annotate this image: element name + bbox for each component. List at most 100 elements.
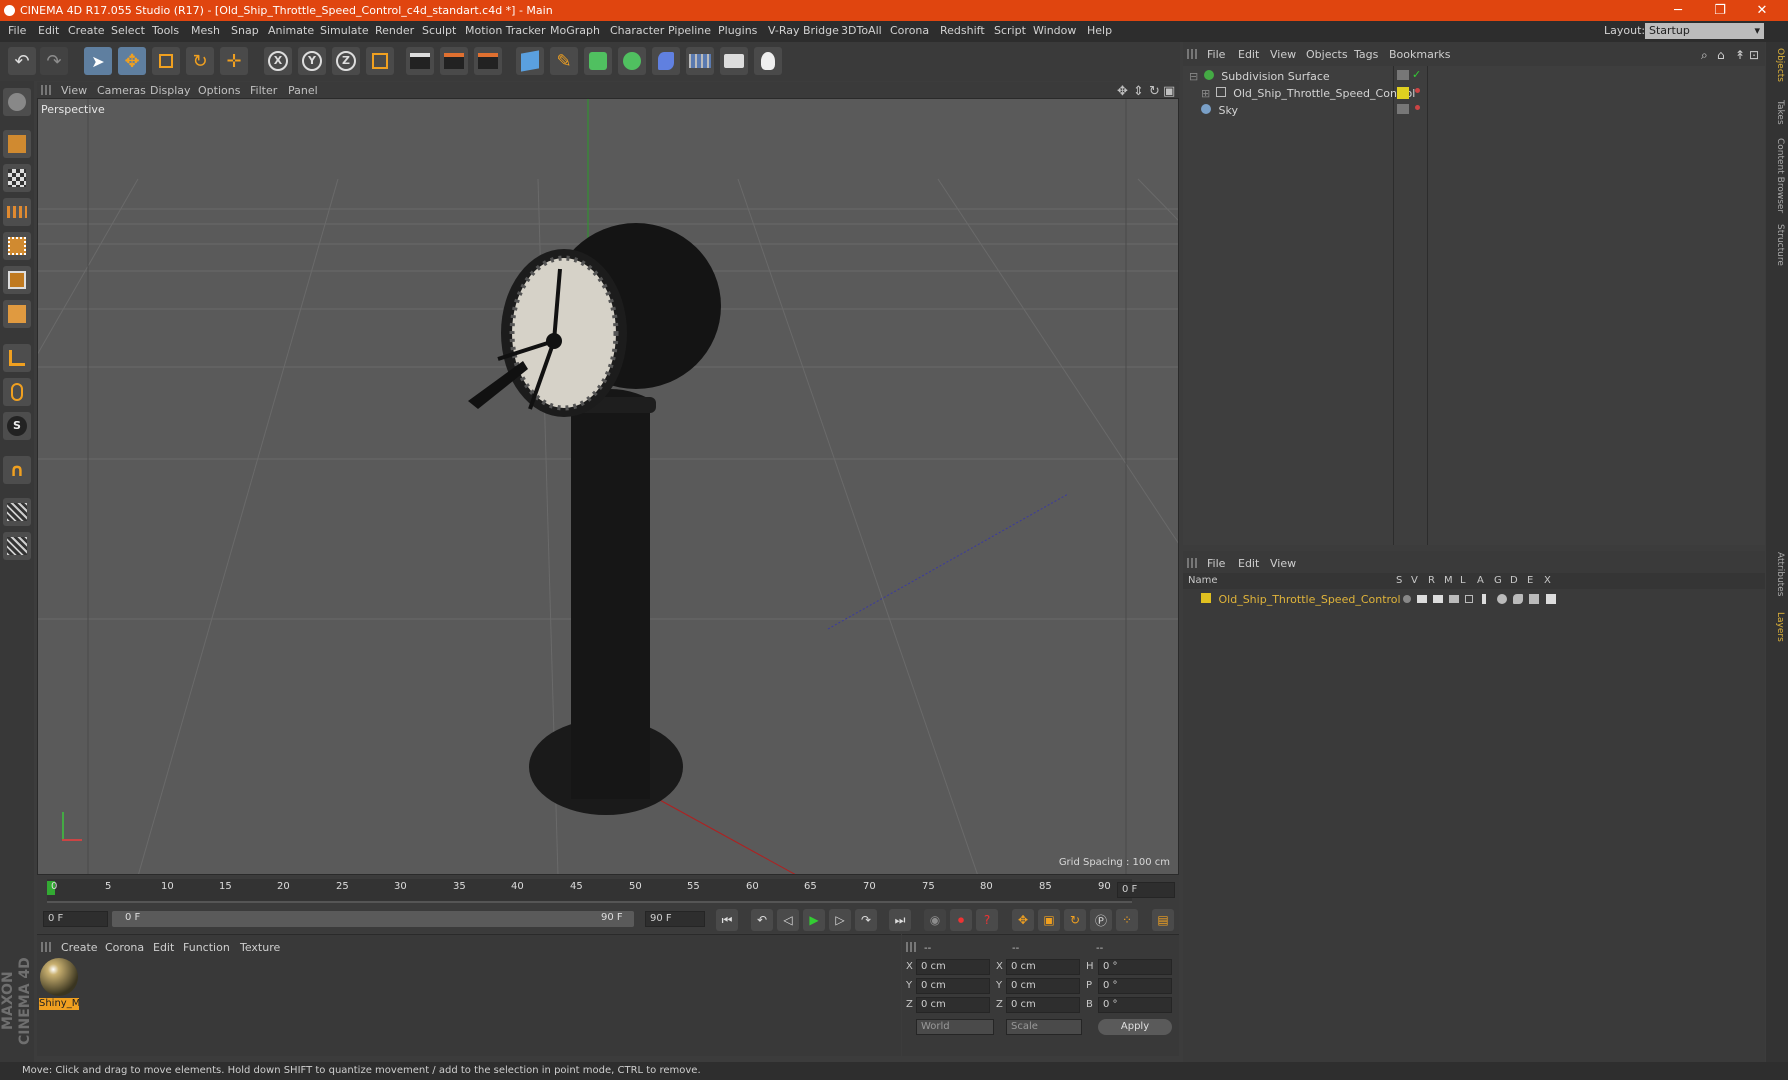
material-swatch[interactable]: Shiny_M	[39, 958, 79, 1010]
edges-mode-button[interactable]	[3, 266, 31, 294]
object-menu-tags[interactable]: Tags	[1354, 48, 1378, 61]
object-row[interactable]: ⊞ Old_Ship_Throttle_Speed_Control	[1189, 85, 1759, 102]
manager-toggle-icon[interactable]	[1449, 595, 1459, 603]
object-menu-objects[interactable]: Objects	[1306, 48, 1348, 61]
menu-snap[interactable]: Snap	[231, 24, 259, 37]
lock-toggle-icon[interactable]	[1465, 595, 1473, 603]
menu-vray-bridge[interactable]: V-Ray Bridge	[768, 24, 839, 37]
tab-content-browser[interactable]: Content Browser	[1769, 138, 1785, 213]
key-position-button[interactable]: ✥	[1012, 909, 1034, 931]
x-axis-button[interactable]: X	[264, 47, 292, 75]
menu-corona[interactable]: Corona	[890, 24, 929, 37]
render-settings-button[interactable]	[474, 47, 502, 75]
rotate-tool-button[interactable]: ↻	[186, 47, 214, 75]
frame-range-slider[interactable]	[112, 911, 634, 927]
render-toggle-icon[interactable]	[1433, 595, 1443, 603]
menu-create[interactable]: Create	[68, 24, 105, 37]
coordinate-space-select[interactable]: World	[916, 1019, 994, 1035]
play-button[interactable]: ▶	[803, 909, 825, 931]
viewport-maximize-icon[interactable]: ▣	[1163, 84, 1175, 99]
minimize-button[interactable]: ─	[1660, 0, 1696, 21]
object-menu-edit[interactable]: Edit	[1238, 48, 1259, 61]
record-keys-button[interactable]: ⏺	[950, 909, 972, 931]
current-frame-field[interactable]: 0 F	[1117, 882, 1175, 898]
position-z-field[interactable]: 0 cm	[916, 997, 990, 1013]
flag-header-expressions[interactable]: E	[1527, 575, 1533, 586]
tab-takes[interactable]: Takes	[1769, 100, 1785, 125]
xref-toggle-icon[interactable]	[1546, 594, 1556, 604]
object-menu-view[interactable]: View	[1270, 48, 1296, 61]
menu-mesh[interactable]: Mesh	[191, 24, 220, 37]
polygons-mode-button[interactable]	[3, 300, 31, 328]
size-y-field[interactable]: 0 cm	[1006, 978, 1080, 994]
viewport-menu-panel[interactable]: Panel	[288, 84, 318, 97]
layer-menu-view[interactable]: View	[1270, 557, 1296, 570]
maximize-button[interactable]: ❐	[1702, 0, 1738, 21]
generator-toggle-icon[interactable]	[1497, 594, 1507, 604]
go-to-start-button[interactable]: ⏮	[716, 909, 738, 931]
planar-workplane-button[interactable]	[3, 532, 31, 560]
flag-header-solo[interactable]: S	[1396, 575, 1402, 586]
next-key-button[interactable]: ↷	[855, 909, 877, 931]
object-row[interactable]: Sky	[1189, 102, 1759, 119]
undo-button[interactable]: ↶	[8, 47, 36, 75]
3d-viewport[interactable]: Grid Spacing : 100 cm	[37, 98, 1179, 875]
layout-select[interactable]: Startup ▾	[1645, 23, 1764, 39]
material-menu-function[interactable]: Function	[183, 941, 230, 954]
object-menu-bookmarks[interactable]: Bookmarks	[1389, 48, 1450, 61]
viewport-menu-display[interactable]: Display	[150, 84, 191, 97]
spline-pen-button[interactable]: ✎	[550, 47, 578, 75]
subdivision-surface-button[interactable]	[584, 47, 612, 75]
menu-redshift[interactable]: Redshift	[940, 24, 985, 37]
close-button[interactable]: ✕	[1744, 0, 1780, 21]
menu-simulate[interactable]: Simulate	[320, 24, 369, 37]
menu-motion-tracker[interactable]: Motion Tracker	[465, 24, 545, 37]
make-editable-button[interactable]	[3, 88, 31, 116]
tab-objects[interactable]: Objects	[1769, 48, 1785, 82]
viewport-nav-move-icon[interactable]: ✥	[1117, 84, 1128, 99]
axis-mode-button[interactable]	[3, 344, 31, 372]
prev-frame-button[interactable]: ◁	[777, 909, 799, 931]
visibility-toggle[interactable]	[1397, 70, 1409, 80]
menu-3dtoall[interactable]: 3DToAll	[841, 24, 882, 37]
apply-button[interactable]: Apply	[1098, 1019, 1172, 1035]
tweak-mode-button[interactable]	[3, 378, 31, 406]
move-tool-button[interactable]: ✥	[118, 47, 146, 75]
snap-button[interactable]: S	[3, 412, 31, 440]
render-view-button[interactable]	[406, 47, 434, 75]
model-mode-button[interactable]	[3, 130, 31, 158]
editor-visibility-dot[interactable]	[1415, 105, 1420, 110]
flag-header-xref[interactable]: X	[1544, 575, 1551, 586]
z-axis-button[interactable]: Z	[332, 47, 360, 75]
home-icon[interactable]: ⌂	[1717, 48, 1725, 62]
menu-mograph[interactable]: MoGraph	[550, 24, 600, 37]
y-axis-button[interactable]: Y	[298, 47, 326, 75]
texture-mode-button[interactable]	[3, 164, 31, 192]
flag-header-view[interactable]: V	[1411, 575, 1418, 586]
material-menu-corona[interactable]: Corona	[105, 941, 144, 954]
menu-window[interactable]: Window	[1033, 24, 1076, 37]
menu-render[interactable]: Render	[375, 24, 414, 37]
search-icon[interactable]: ⌕	[1701, 48, 1708, 63]
key-rotation-button[interactable]: ↻	[1064, 909, 1086, 931]
material-menu-edit[interactable]: Edit	[153, 941, 174, 954]
rotation-h-field[interactable]: 0 °	[1098, 959, 1172, 975]
cube-primitive-button[interactable]	[516, 47, 544, 75]
magnet-button[interactable]: ∩	[3, 456, 31, 484]
timeline[interactable]: 0 5 10 15 20 25 30 35 40 45 50 55 60 65 …	[37, 876, 1179, 906]
object-menu-file[interactable]: File	[1207, 48, 1225, 61]
size-x-field[interactable]: 0 cm	[1006, 959, 1080, 975]
flag-header-animation[interactable]: A	[1477, 575, 1484, 586]
end-frame-field[interactable]: 90 F	[645, 911, 705, 927]
rotation-p-field[interactable]: 0 °	[1098, 978, 1172, 994]
key-parameter-button[interactable]: Ⓟ	[1090, 909, 1112, 931]
menu-tools[interactable]: Tools	[152, 24, 179, 37]
position-x-field[interactable]: 0 cm	[916, 959, 990, 975]
size-mode-select[interactable]: Scale	[1006, 1019, 1082, 1035]
key-pla-button[interactable]: ⁘	[1116, 909, 1138, 931]
flag-header-locked[interactable]: L	[1460, 575, 1466, 586]
light-button[interactable]	[754, 47, 782, 75]
redo-button[interactable]: ↷	[40, 47, 68, 75]
menu-edit[interactable]: Edit	[38, 24, 59, 37]
layer-row[interactable]: Old_Ship_Throttle_Speed_Control	[1189, 591, 1759, 608]
